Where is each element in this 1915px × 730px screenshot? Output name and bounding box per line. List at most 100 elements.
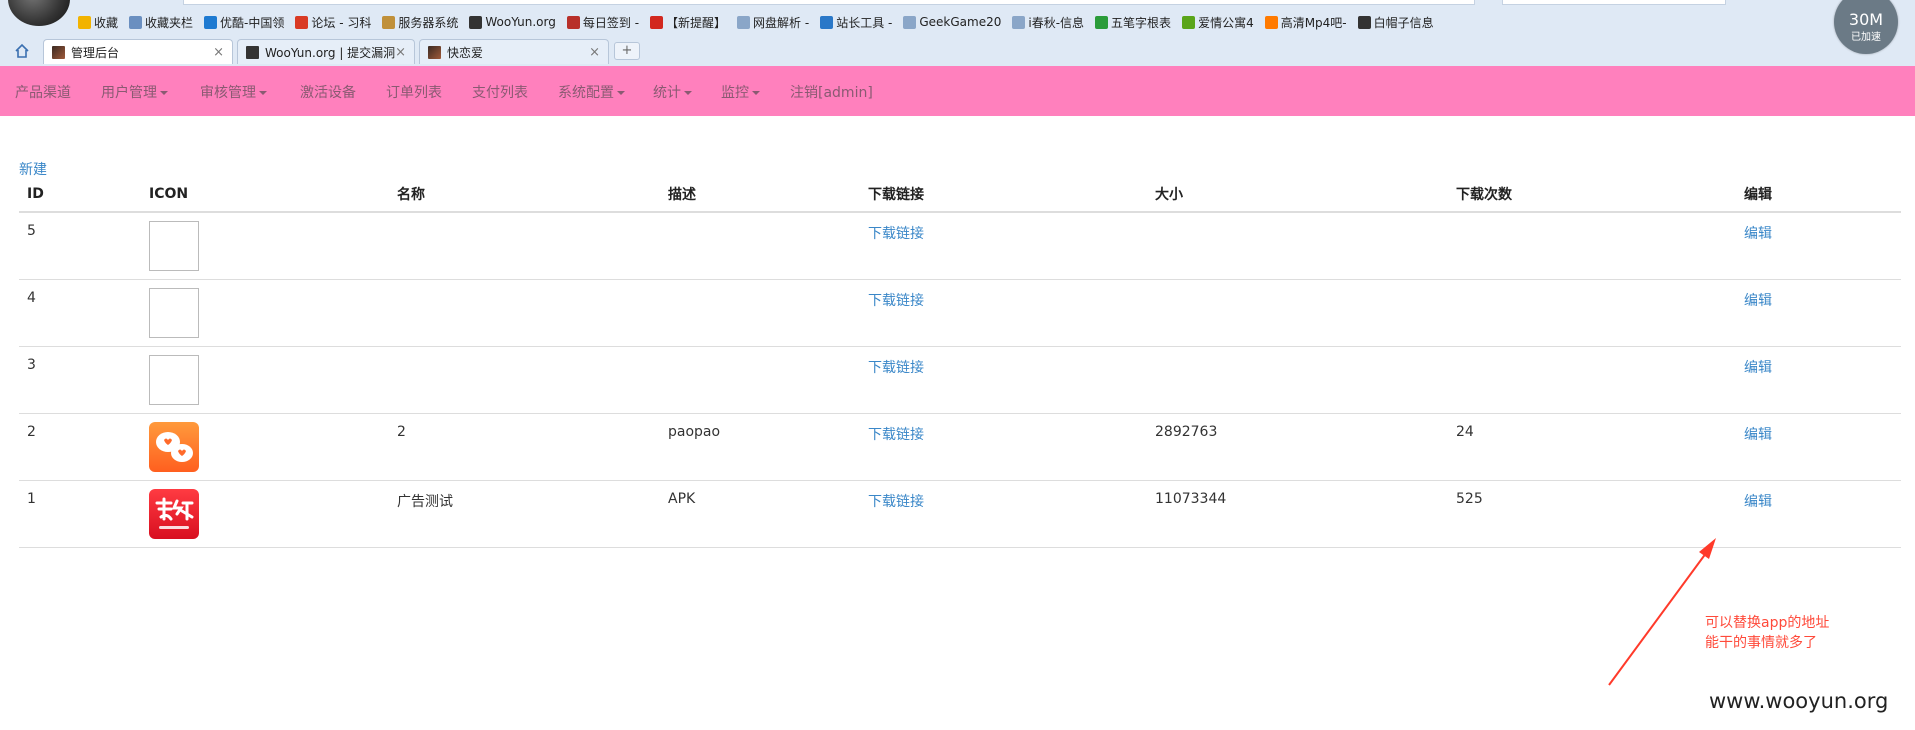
nav-label: 审核管理: [200, 85, 256, 101]
close-tab-icon[interactable]: ×: [589, 45, 600, 60]
bookmark-item[interactable]: 站长工具 -: [820, 14, 892, 31]
caret-down-icon: [160, 91, 168, 95]
cell-id: 4: [19, 279, 141, 347]
bookmark-item[interactable]: 优酷-中国领: [204, 14, 284, 31]
bookmark-item[interactable]: 收藏夹栏: [129, 14, 193, 31]
bookmark-item[interactable]: i春秋-信息: [1012, 14, 1084, 31]
browser-chrome: 收藏 收藏夹栏 优酷-中国领 论坛 - 习科 服务器系统 WooYun.org 每日签到 -…: [0, 0, 1915, 67]
bookmark-item[interactable]: 服务器系统: [382, 14, 458, 31]
cell-id: 5: [19, 212, 141, 280]
bookmark-label: 收藏: [94, 15, 119, 30]
column-header: 大小: [1147, 176, 1448, 213]
tab-title: WooYun.org | 提交漏洞: [265, 45, 396, 60]
bookmark-item[interactable]: 【新提醒】: [650, 14, 726, 31]
bookmark-item[interactable]: 五笔字根表: [1095, 14, 1171, 31]
nav-item-stats[interactable]: 统计: [653, 82, 692, 102]
youyuan-app-icon: [149, 488, 199, 539]
leaf-icon: [1095, 15, 1109, 29]
cell-size: [1147, 279, 1448, 347]
download-link[interactable]: 下载链接: [860, 413, 1147, 481]
edit-link[interactable]: 编辑: [1736, 480, 1901, 548]
nav-item-monitor[interactable]: 监控: [721, 82, 760, 102]
download-link[interactable]: 下载链接: [860, 279, 1147, 347]
nav-item-config[interactable]: 系统配置: [558, 82, 625, 102]
table-row: 3 下载链接 编辑: [19, 346, 1901, 414]
nav-item-payments[interactable]: 支付列表: [472, 82, 528, 102]
nav-label: 监控: [721, 85, 749, 101]
bookmark-item[interactable]: 高清Mp4吧-: [1264, 14, 1347, 31]
edit-link[interactable]: 编辑: [1736, 346, 1901, 414]
speed-label: 已加速: [1851, 32, 1881, 43]
paopao-app-icon: [149, 421, 199, 472]
cell-desc: [660, 346, 860, 414]
column-header: ICON: [141, 176, 389, 213]
home-icon[interactable]: [14, 43, 30, 59]
bookmark-item[interactable]: 收藏: [78, 14, 118, 31]
tab-favicon-icon: [52, 45, 65, 59]
cell-icon: [141, 413, 389, 481]
edit-link[interactable]: 编辑: [1736, 413, 1901, 481]
tab-admin[interactable]: 管理后台 ×: [43, 39, 233, 64]
bookmark-item[interactable]: 爱情公寓4: [1182, 14, 1254, 31]
cell-count: 24: [1448, 413, 1736, 481]
bookmark-item[interactable]: WooYun.org: [469, 15, 556, 29]
annotation-line: 能干的事情就多了: [1705, 635, 1817, 651]
edit-link[interactable]: 编辑: [1736, 279, 1901, 347]
caret-down-icon: [684, 91, 692, 95]
new-tab-button[interactable]: +: [614, 42, 640, 60]
page-icon: [903, 15, 917, 29]
cell-icon: [141, 480, 389, 548]
bookmark-item[interactable]: 网盘解析 -: [737, 14, 809, 31]
bookmark-label: WooYun.org: [485, 15, 556, 29]
nav-item-devices[interactable]: 激活设备: [300, 82, 356, 102]
cell-count: [1448, 279, 1736, 347]
search-bar[interactable]: [1502, 0, 1726, 5]
browser-avatar[interactable]: [8, 0, 70, 26]
bookmark-label: 爱情公寓4: [1198, 15, 1254, 30]
cell-size: 11073344: [1147, 480, 1448, 548]
address-bar[interactable]: [183, 0, 1475, 5]
download-link[interactable]: 下载链接: [860, 212, 1147, 280]
tab-kuailianai[interactable]: 快恋爱 ×: [419, 39, 609, 64]
bookmark-item[interactable]: 论坛 - 习科: [295, 14, 371, 31]
tab-title: 管理后台: [71, 45, 120, 60]
paopao-bubbles-icon: [156, 431, 193, 462]
close-tab-icon[interactable]: ×: [213, 45, 224, 60]
empty-icon-placeholder: [149, 221, 199, 271]
youyuan-logo-icon: [155, 497, 194, 529]
download-link[interactable]: 下载链接: [860, 480, 1147, 548]
tab-strip: 管理后台 × WooYun.org | 提交漏洞 × 快恋爱 ×: [0, 38, 1915, 65]
cell-desc: APK: [660, 480, 860, 548]
bookmark-label: 优酷-中国领: [220, 15, 285, 30]
bookmark-item[interactable]: 白帽子信息: [1357, 14, 1434, 31]
cell-count: 525: [1448, 480, 1736, 548]
column-header: 编辑: [1736, 176, 1901, 213]
table-header-row: ID ICON 名称 描述 下载链接 大小 下载次数 编辑: [19, 176, 1901, 213]
nav-item-channels[interactable]: 产品渠道: [15, 82, 71, 102]
table-row: 2 2 paopao 下载链接 2892763 24 编辑: [19, 413, 1901, 481]
nav-item-orders[interactable]: 订单列表: [386, 82, 442, 102]
nav-item-users[interactable]: 用户管理: [101, 82, 168, 102]
nav-label: 系统配置: [558, 85, 614, 101]
nav-label: 统计: [653, 85, 681, 101]
close-tab-icon[interactable]: ×: [395, 45, 406, 60]
wooyun-icon: [1357, 15, 1371, 29]
nav-label: 激活设备: [300, 85, 356, 101]
download-link[interactable]: 下载链接: [860, 346, 1147, 414]
speed-value: 30M: [1848, 10, 1884, 29]
folder-icon: [129, 15, 143, 29]
cell-name: [389, 279, 660, 347]
tab-favicon-icon: [428, 45, 441, 59]
nav-item-review[interactable]: 审核管理: [200, 82, 267, 102]
column-header: 描述: [660, 176, 860, 213]
nav-item-logout[interactable]: 注销[admin]: [790, 82, 873, 102]
tab-title: 快恋爱: [447, 45, 484, 60]
checkin-icon: [566, 15, 580, 29]
tab-wooyun[interactable]: WooYun.org | 提交漏洞 ×: [237, 39, 415, 64]
bookmark-item[interactable]: GeekGame20: [903, 15, 1001, 29]
remind-icon: [650, 15, 664, 29]
cell-name: 广告测试: [389, 480, 660, 548]
tool-icon: [820, 15, 834, 29]
edit-link[interactable]: 编辑: [1736, 212, 1901, 280]
bookmark-item[interactable]: 每日签到 -: [566, 14, 639, 31]
